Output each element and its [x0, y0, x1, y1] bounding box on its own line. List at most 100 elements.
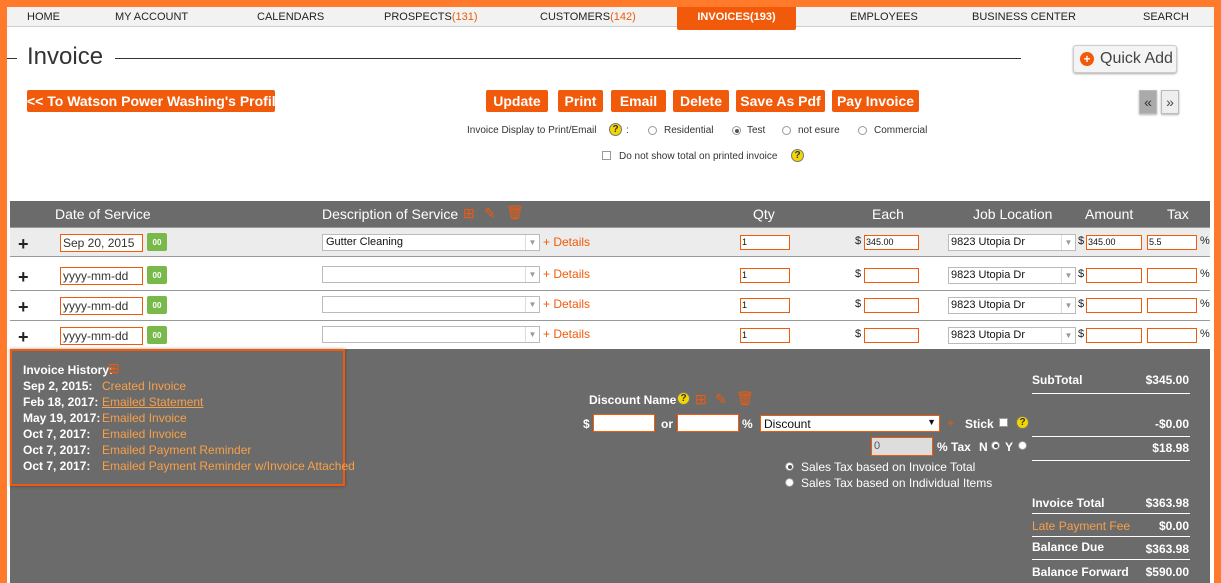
title-rule-left — [7, 58, 17, 59]
help-icon[interactable]: ? — [1016, 416, 1029, 429]
tax-n-radio[interactable] — [991, 441, 1000, 450]
details-link[interactable]: + Details — [543, 267, 590, 281]
late-payment-fee-link[interactable]: Late Payment Fee — [1032, 519, 1130, 533]
trash-icon[interactable]: 🗑 — [506, 204, 524, 221]
date-input[interactable]: Sep 20, 2015 — [60, 234, 143, 252]
each-input[interactable]: 345.00 — [864, 235, 919, 250]
prev-invoice-button[interactable]: « — [1139, 90, 1157, 114]
nav-calendars[interactable]: CALENDARS — [257, 7, 324, 27]
description-select[interactable]: Gutter Cleaning ▼ — [322, 234, 540, 251]
nav-invoices[interactable]: INVOICES(193) — [677, 7, 796, 30]
nav-customers[interactable]: CUSTOMERS(142) — [540, 7, 636, 27]
history-event-link[interactable]: Emailed Invoice — [102, 427, 187, 441]
details-link[interactable]: + Details — [543, 235, 590, 249]
location-select[interactable]: 9823 Utopia Dr ▼ — [948, 327, 1076, 344]
history-date: Oct 7, 2017: — [23, 459, 91, 473]
help-icon[interactable]: ? — [791, 149, 804, 162]
discount-percent-input[interactable] — [677, 414, 739, 432]
expand-row-icon[interactable]: + — [18, 297, 29, 318]
save-as-pdf-button[interactable]: Save As Pdf — [736, 90, 825, 112]
sales-tax-items-radio[interactable] — [785, 478, 794, 487]
nav-home[interactable]: HOME — [27, 7, 60, 27]
radio-residential[interactable] — [648, 126, 657, 135]
nav-search[interactable]: SEARCH — [1143, 7, 1189, 27]
expand-row-icon[interactable]: + — [18, 234, 29, 255]
location-select[interactable]: 9823 Utopia Dr ▼ — [948, 234, 1076, 251]
expand-row-icon[interactable]: + — [18, 267, 29, 288]
amount-input[interactable] — [1086, 298, 1142, 313]
amount-input[interactable]: 345.00 — [1086, 235, 1142, 250]
back-to-profile-button[interactable]: << To Watson Power Washing's Profile — [27, 90, 283, 112]
table-row: + yyyy-mm-dd 00 ▼ + Details 1 $ 9823 Uto… — [10, 261, 1210, 291]
date-input[interactable]: yyyy-mm-dd — [60, 297, 143, 315]
stick-checkbox[interactable] — [999, 418, 1008, 427]
history-event-link[interactable]: Emailed Payment Reminder w/Invoice Attac… — [102, 459, 355, 473]
each-input[interactable] — [864, 268, 919, 283]
chevron-down-icon: ▼ — [927, 417, 936, 427]
calendar-icon[interactable]: 00 — [147, 233, 167, 251]
pay-invoice-button[interactable]: Pay Invoice — [832, 90, 919, 112]
add-discount-icon[interactable]: ⊞ — [695, 391, 707, 408]
amount-input[interactable] — [1086, 268, 1142, 283]
history-event-link[interactable]: Emailed Statement — [102, 395, 203, 409]
qty-input[interactable]: 1 — [740, 235, 790, 250]
qty-input[interactable]: 1 — [740, 298, 790, 313]
details-link[interactable]: + Details — [543, 327, 590, 341]
calendar-icon[interactable]: 00 — [147, 266, 167, 284]
sales-tax-total-radio[interactable] — [785, 462, 794, 471]
tax-input[interactable] — [1147, 328, 1197, 343]
nav-prospects[interactable]: PROSPECTS(131) — [384, 7, 478, 27]
email-button[interactable]: Email — [611, 90, 666, 112]
radio-not-esure[interactable] — [782, 126, 791, 135]
history-date: Oct 7, 2017: — [23, 427, 91, 441]
location-select[interactable]: 9823 Utopia Dr ▼ — [948, 267, 1076, 284]
tax-input[interactable] — [1147, 268, 1197, 283]
edit-pencil-icon[interactable]: ✎ — [484, 205, 496, 222]
help-icon[interactable]: ? — [609, 123, 622, 136]
add-discount-plus[interactable]: + — [947, 416, 954, 430]
amount-input[interactable] — [1086, 328, 1142, 343]
next-invoice-button[interactable]: » — [1161, 90, 1179, 114]
calendar-icon[interactable]: 00 — [147, 326, 167, 344]
hide-total-checkbox[interactable] — [602, 151, 611, 160]
each-input[interactable] — [864, 298, 919, 313]
tax-input[interactable]: 5.5 — [1147, 235, 1197, 250]
radio-test[interactable] — [732, 126, 741, 135]
location-select[interactable]: 9823 Utopia Dr ▼ — [948, 297, 1076, 314]
date-input[interactable]: yyyy-mm-dd — [60, 267, 143, 285]
each-input[interactable] — [864, 328, 919, 343]
quick-add-button[interactable]: + Quick Add — [1073, 45, 1177, 73]
expand-row-icon[interactable]: + — [18, 327, 29, 348]
details-link[interactable]: + Details — [543, 297, 590, 311]
percent-symbol: % — [1200, 298, 1210, 310]
description-select[interactable]: ▼ — [322, 326, 540, 343]
radio-commercial[interactable] — [858, 126, 867, 135]
qty-input[interactable]: 1 — [740, 268, 790, 283]
history-event-link[interactable]: Created Invoice — [102, 379, 186, 393]
discount-select[interactable]: Discount ▼ — [760, 415, 940, 432]
nav-my-account[interactable]: MY ACCOUNT — [115, 7, 188, 27]
qty-input[interactable]: 1 — [740, 328, 790, 343]
add-note-icon[interactable]: ⊞ — [108, 360, 120, 377]
col-date: Date of Service — [55, 206, 151, 222]
print-button[interactable]: Print — [558, 90, 603, 112]
tax-rate-input[interactable]: 0 — [871, 437, 933, 456]
discount-amount-input[interactable] — [593, 414, 655, 432]
date-input[interactable]: yyyy-mm-dd — [60, 327, 143, 345]
help-icon[interactable]: ? — [677, 392, 690, 405]
update-button[interactable]: Update — [486, 90, 548, 112]
description-select[interactable]: ▼ — [322, 266, 540, 283]
calendar-icon[interactable]: 00 — [147, 296, 167, 314]
divider — [1032, 559, 1190, 560]
trash-icon[interactable]: 🗑 — [736, 390, 754, 407]
add-service-icon[interactable]: ⊞ — [463, 205, 475, 222]
nav-employees[interactable]: EMPLOYEES — [850, 7, 918, 27]
history-event-link[interactable]: Emailed Payment Reminder — [102, 443, 251, 457]
edit-pencil-icon[interactable]: ✎ — [715, 391, 727, 408]
nav-business-center[interactable]: BUSINESS CENTER — [972, 7, 1076, 27]
tax-y-radio[interactable] — [1018, 441, 1027, 450]
history-event-link[interactable]: Emailed Invoice — [102, 411, 187, 425]
description-select[interactable]: ▼ — [322, 296, 540, 313]
delete-button[interactable]: Delete — [673, 90, 729, 112]
tax-input[interactable] — [1147, 298, 1197, 313]
